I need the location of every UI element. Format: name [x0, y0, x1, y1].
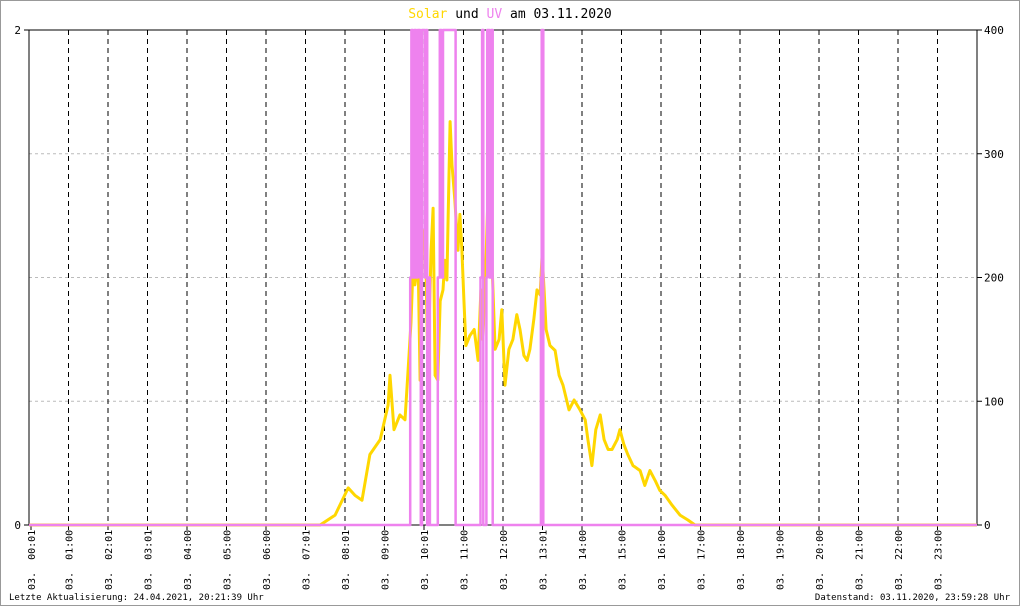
- x-tick-label: 03. 07:01: [302, 530, 313, 590]
- x-tick-label: 03. 16:00: [657, 530, 668, 590]
- x-tick-label: 03. 19:00: [776, 530, 787, 590]
- x-tick-label: 03. 02:01: [104, 530, 115, 590]
- chart-title-part: Solar: [408, 7, 447, 22]
- left-axis-label: 0: [14, 519, 21, 532]
- x-tick-label: 03. 08:01: [341, 530, 352, 590]
- chart-title: Solar und UV am 03.11.2020: [408, 7, 612, 22]
- right-axis-label: 200: [984, 272, 1004, 285]
- x-tick-label: 03. 06:00: [262, 530, 273, 590]
- x-tick-label: 03. 18:00: [736, 530, 747, 590]
- x-tick-label: 03. 11:00: [460, 530, 471, 590]
- right-axis-label: 400: [984, 24, 1004, 37]
- x-tick-label: 03. 12:00: [499, 530, 510, 590]
- x-tick-label: 03. 10:01: [420, 530, 431, 590]
- x-tick-label: 03. 01:00: [65, 530, 76, 590]
- chart-title-part: und: [447, 7, 486, 22]
- x-tick-label: 03. 21:00: [855, 530, 866, 590]
- x-tick-label: 03. 17:00: [697, 530, 708, 590]
- x-tick-label: 03. 09:00: [381, 530, 392, 590]
- x-tick-label: 03. 15:00: [618, 530, 629, 590]
- right-axis-label: 0: [984, 519, 991, 532]
- x-tick-label: 03. 05:00: [223, 530, 234, 590]
- x-tick-label: 03. 22:00: [894, 530, 905, 590]
- data-timestamp-text: Datenstand: 03.11.2020, 23:59:28 Uhr: [814, 593, 1010, 603]
- x-tick-label: 03. 23:00: [934, 530, 945, 590]
- last-update-text: Letzte Aktualisierung: 24.04.2021, 20:21…: [9, 593, 264, 603]
- x-tick-label: 03. 04:00: [183, 530, 194, 590]
- x-tick-label: 03. 20:00: [815, 530, 826, 590]
- chart-title-part: UV: [487, 7, 503, 22]
- left-axis-label: 2: [14, 24, 21, 37]
- right-axis-label: 300: [984, 148, 1004, 161]
- right-axis-label: 100: [984, 395, 1004, 408]
- x-tick-label: 03. 03:01: [144, 530, 155, 590]
- solar-uv-chart: 0 100 200 300 400 0 2 03. 00:01 03. 01:00 03. 02:…: [14, 7, 1004, 590]
- x-tick-label: 03. 00:01: [27, 530, 38, 590]
- x-tick-label: 03. 14:00: [578, 530, 589, 590]
- x-tick-label: 03. 13:01: [539, 530, 550, 590]
- chart-title-part: am 03.11.2020: [502, 7, 612, 22]
